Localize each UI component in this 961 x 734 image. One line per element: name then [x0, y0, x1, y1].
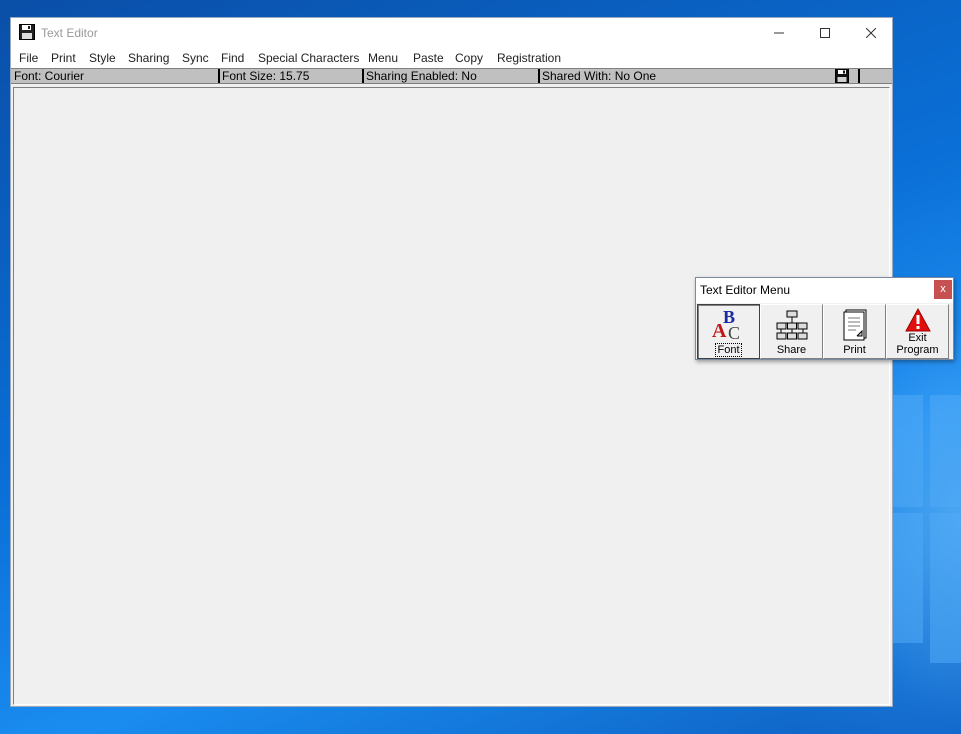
menu-bar: File Print Style Sharing Sync Find Speci…: [11, 50, 892, 68]
status-divider: [218, 69, 220, 83]
menu-copy[interactable]: Copy: [455, 51, 483, 65]
print-button[interactable]: Print: [823, 304, 886, 359]
desktop-logo-pane: [930, 395, 961, 507]
menu-registration[interactable]: Registration: [497, 51, 561, 65]
exit-program-button[interactable]: Exit Program: [886, 304, 949, 359]
menu-file[interactable]: File: [19, 51, 38, 65]
share-button-label: Share: [776, 344, 807, 356]
desktop-logo-pane: [930, 513, 961, 663]
text-editor-window: Text Editor File Print Style Sharing Syn…: [10, 17, 893, 707]
status-bar: Font: Courier Font Size: 15.75 Sharing E…: [11, 68, 892, 84]
exit-button-label-line1: Exit: [908, 332, 927, 344]
menu-paste[interactable]: Paste: [413, 51, 444, 65]
text-editing-area[interactable]: [13, 87, 890, 705]
floating-menu-title: Text Editor Menu: [700, 283, 791, 297]
svg-text:C: C: [728, 323, 740, 341]
share-network-icon: [776, 310, 807, 340]
menu-print[interactable]: Print: [51, 51, 76, 65]
floating-menu-close-button[interactable]: x: [934, 280, 952, 299]
warning-exit-icon: [904, 308, 931, 332]
minimize-icon: [774, 32, 784, 34]
font-abc-icon: B A C: [712, 309, 740, 341]
menu-style[interactable]: Style: [89, 51, 116, 65]
status-font-size: Font Size: 15.75: [222, 69, 310, 83]
floppy-disk-icon: [19, 24, 35, 40]
close-icon: [866, 28, 876, 38]
desktop-logo-pane: [893, 395, 923, 507]
font-button[interactable]: B A C Font: [697, 304, 760, 359]
minimize-button[interactable]: [756, 18, 802, 48]
print-page-icon: [843, 309, 866, 341]
maximize-button[interactable]: [802, 18, 848, 48]
maximize-icon: [820, 28, 830, 38]
status-divider: [362, 69, 364, 83]
menu-menu[interactable]: Menu: [368, 51, 398, 65]
status-divider: [538, 69, 540, 83]
window-title: Text Editor: [41, 26, 98, 40]
menu-special-characters[interactable]: Special Characters: [258, 51, 359, 65]
save-status-icon[interactable]: [835, 69, 849, 83]
svg-text:A: A: [712, 320, 727, 341]
status-font: Font: Courier: [14, 69, 85, 83]
exit-button-label-line2: Program: [896, 344, 939, 356]
status-shared-with: Shared With: No One: [542, 69, 657, 83]
close-button[interactable]: [848, 18, 894, 48]
text-editor-menu-window: Text Editor Menu x B A C Font Share Prin…: [695, 277, 954, 360]
menu-find[interactable]: Find: [221, 51, 244, 65]
print-button-label: Print: [843, 344, 866, 356]
share-button[interactable]: Share: [760, 304, 823, 359]
floating-menu-title-bar[interactable]: Text Editor Menu x: [696, 278, 953, 303]
desktop-logo-pane: [893, 513, 923, 643]
title-bar[interactable]: Text Editor: [11, 18, 892, 50]
font-button-label: Font: [715, 343, 742, 357]
menu-sharing[interactable]: Sharing: [128, 51, 169, 65]
menu-sync[interactable]: Sync: [182, 51, 209, 65]
status-sharing-enabled: Sharing Enabled: No: [366, 69, 477, 83]
status-divider: [858, 69, 860, 83]
